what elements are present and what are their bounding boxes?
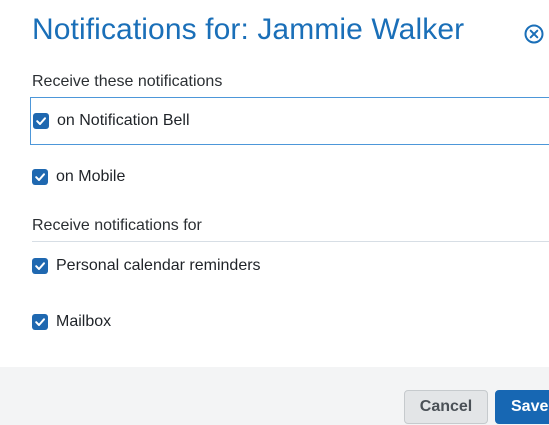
option-personal-calendar-reminders[interactable]: Personal calendar reminders [32, 254, 261, 278]
checkbox-personal-calendar-reminders[interactable] [32, 258, 48, 274]
check-icon [35, 318, 45, 326]
option-label: on Mobile [56, 168, 126, 185]
close-circle-icon [524, 24, 544, 44]
dialog-header: Notifications for: Jammie Walker [32, 10, 549, 56]
option-label: Mailbox [56, 313, 112, 330]
check-icon [35, 173, 45, 181]
close-button[interactable] [523, 23, 545, 45]
option-notification-bell[interactable]: on Notification Bell [30, 97, 549, 145]
checkbox-mailbox[interactable] [32, 314, 48, 330]
option-mailbox[interactable]: Mailbox [32, 310, 111, 334]
section-divider [32, 241, 549, 242]
section-label-receive-these: Receive these notifications [32, 73, 223, 90]
save-button[interactable]: Save [495, 390, 549, 424]
option-label: on Notification Bell [57, 112, 190, 129]
option-mobile[interactable]: on Mobile [32, 165, 125, 189]
section-label-receive-for: Receive notifications for [32, 217, 202, 234]
checkbox-notification-bell[interactable] [33, 113, 49, 129]
dialog-title: Notifications for: Jammie Walker [32, 13, 465, 46]
check-icon [35, 262, 45, 270]
cancel-button[interactable]: Cancel [404, 390, 488, 424]
check-icon [36, 117, 46, 125]
checkbox-mobile[interactable] [32, 169, 48, 185]
option-label: Personal calendar reminders [56, 257, 261, 274]
